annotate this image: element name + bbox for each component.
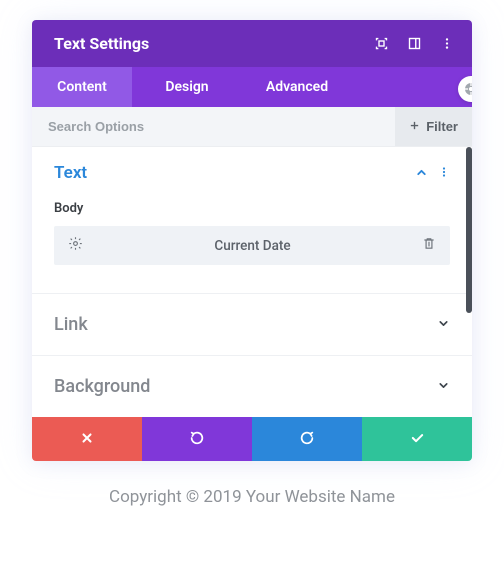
chevron-up-icon — [415, 164, 428, 183]
undo-button[interactable] — [142, 417, 252, 461]
redo-button[interactable] — [252, 417, 362, 461]
chevron-down-icon — [437, 315, 450, 334]
section-more-vert-icon[interactable] — [438, 164, 450, 183]
section-background-header[interactable]: Background — [54, 356, 450, 417]
body-label: Body — [54, 201, 450, 216]
body-value[interactable]: Current Date — [87, 238, 418, 254]
header-actions — [374, 36, 454, 51]
tab-content[interactable]: Content — [32, 67, 132, 107]
settings-panel: Text Settings Content — [32, 20, 472, 461]
copyright-text: Copyright © 2019 Your Website Name — [20, 487, 484, 507]
panel-header: Text Settings — [32, 20, 472, 67]
undo-icon — [189, 430, 205, 449]
action-bar — [32, 417, 472, 461]
save-button[interactable] — [362, 417, 472, 461]
tab-advanced[interactable]: Advanced — [242, 67, 352, 107]
plus-icon — [409, 119, 420, 134]
filter-label: Filter — [426, 119, 458, 134]
sections-list: Text Body — [32, 147, 472, 417]
section-background-title: Background — [54, 376, 150, 397]
tabs-bar: Content Design Advanced — [32, 67, 472, 107]
chevron-down-icon — [437, 377, 450, 396]
body-field-row: Current Date — [54, 226, 450, 265]
cancel-button[interactable] — [32, 417, 142, 461]
section-background: Background — [32, 356, 472, 417]
gear-icon[interactable] — [64, 236, 87, 255]
section-text-title: Text — [54, 163, 87, 183]
help-icon[interactable] — [458, 76, 472, 102]
section-text-header[interactable]: Text — [54, 147, 450, 199]
tab-design[interactable]: Design — [132, 67, 242, 107]
search-input[interactable] — [32, 107, 395, 146]
panel-title: Text Settings — [54, 34, 149, 53]
filter-button[interactable]: Filter — [395, 107, 472, 146]
scrollbar-thumb[interactable] — [466, 147, 472, 313]
close-icon — [80, 431, 94, 448]
snap-icon[interactable] — [407, 36, 422, 51]
section-link-header[interactable]: Link — [54, 294, 450, 355]
section-text: Text Body — [32, 147, 472, 294]
trash-icon[interactable] — [418, 236, 440, 255]
more-vert-icon[interactable] — [440, 36, 454, 51]
section-link-title: Link — [54, 314, 88, 335]
redo-icon — [299, 430, 315, 449]
expand-icon[interactable] — [374, 36, 389, 51]
section-link: Link — [32, 294, 472, 356]
search-row: Filter — [32, 107, 472, 147]
check-icon — [409, 431, 426, 448]
